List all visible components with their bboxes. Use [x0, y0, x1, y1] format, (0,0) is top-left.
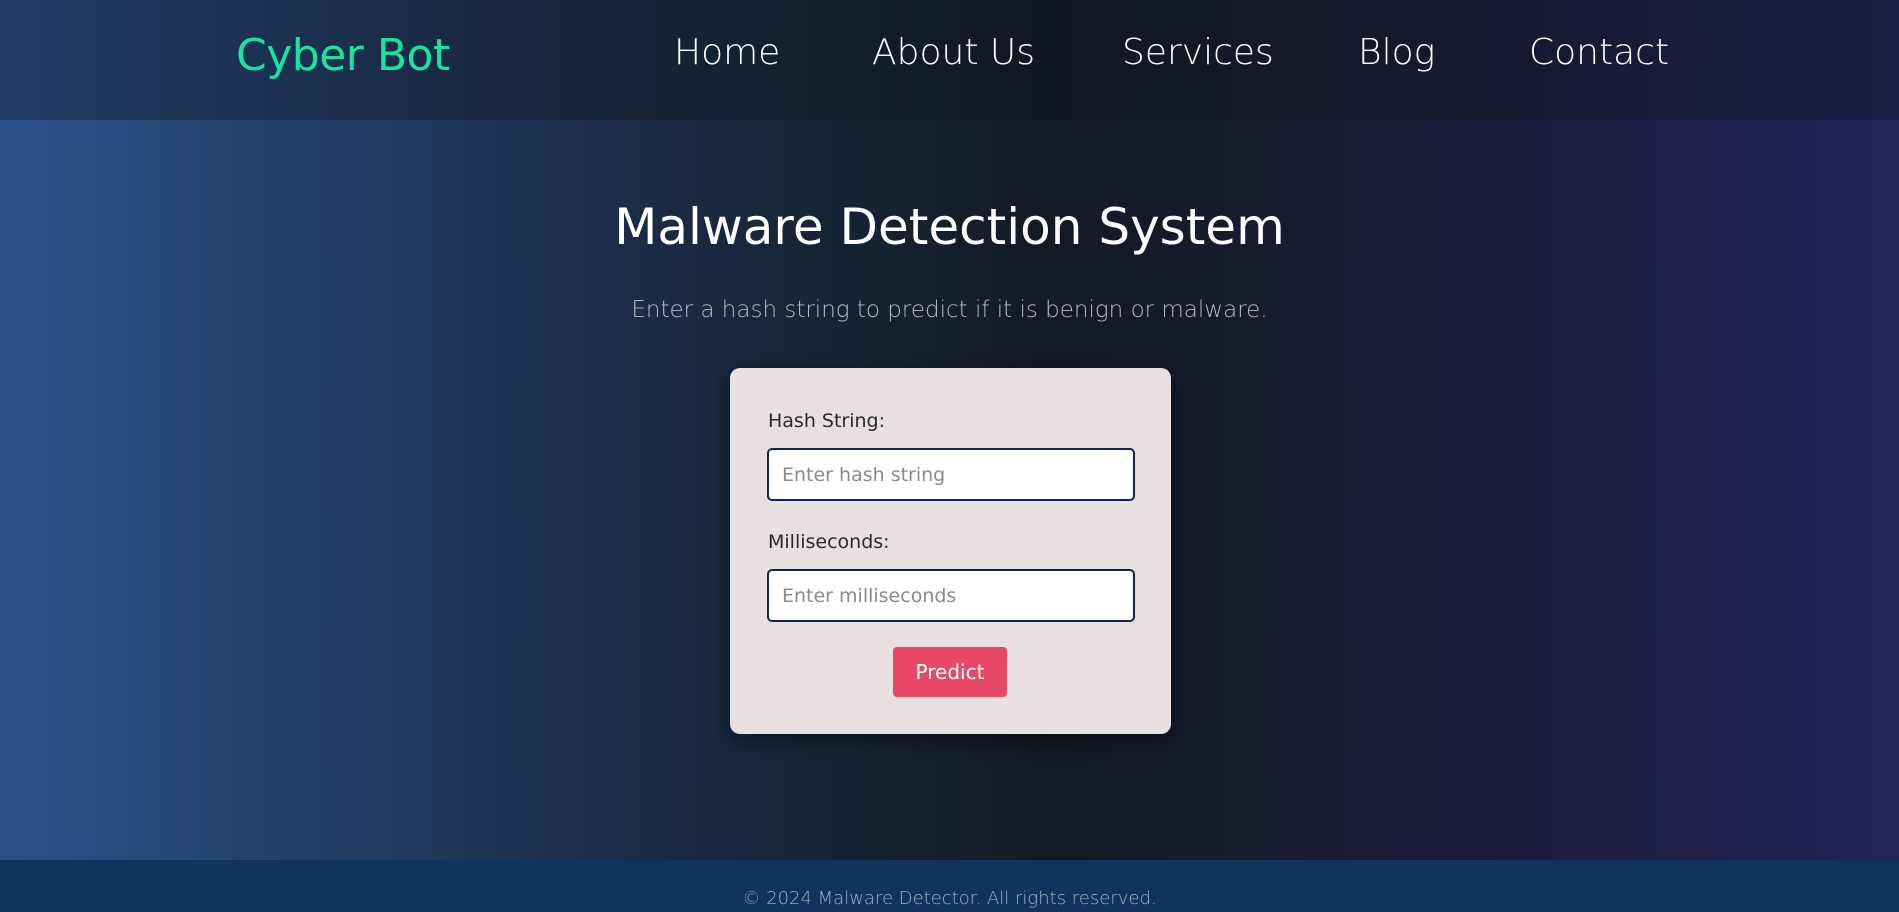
milliseconds-label: Milliseconds: — [768, 531, 890, 553]
navbar: Cyber Bot Home About Us Services Blog Co… — [0, 0, 1899, 120]
footer: © 2024 Malware Detector. All rights rese… — [0, 860, 1899, 912]
predict-button[interactable]: Predict — [893, 647, 1007, 697]
nav-link-contact[interactable]: Contact — [1529, 32, 1669, 73]
footer-copyright: © 2024 Malware Detector. All rights rese… — [742, 888, 1157, 909]
hash-string-input[interactable] — [767, 448, 1135, 501]
nav-link-services[interactable]: Services — [1122, 32, 1274, 73]
prediction-form-card: Hash String: Milliseconds: Predict — [730, 368, 1171, 734]
milliseconds-input[interactable] — [767, 569, 1135, 622]
nav-link-home[interactable]: Home — [674, 32, 780, 73]
brand-logo[interactable]: Cyber Bot — [236, 30, 450, 81]
page-subtitle: Enter a hash string to predict if it is … — [631, 297, 1268, 323]
hash-string-label: Hash String: — [768, 410, 886, 432]
page-title: Malware Detection System — [614, 198, 1285, 256]
nav-link-blog[interactable]: Blog — [1358, 32, 1435, 73]
nav-link-about-us[interactable]: About Us — [872, 32, 1035, 73]
